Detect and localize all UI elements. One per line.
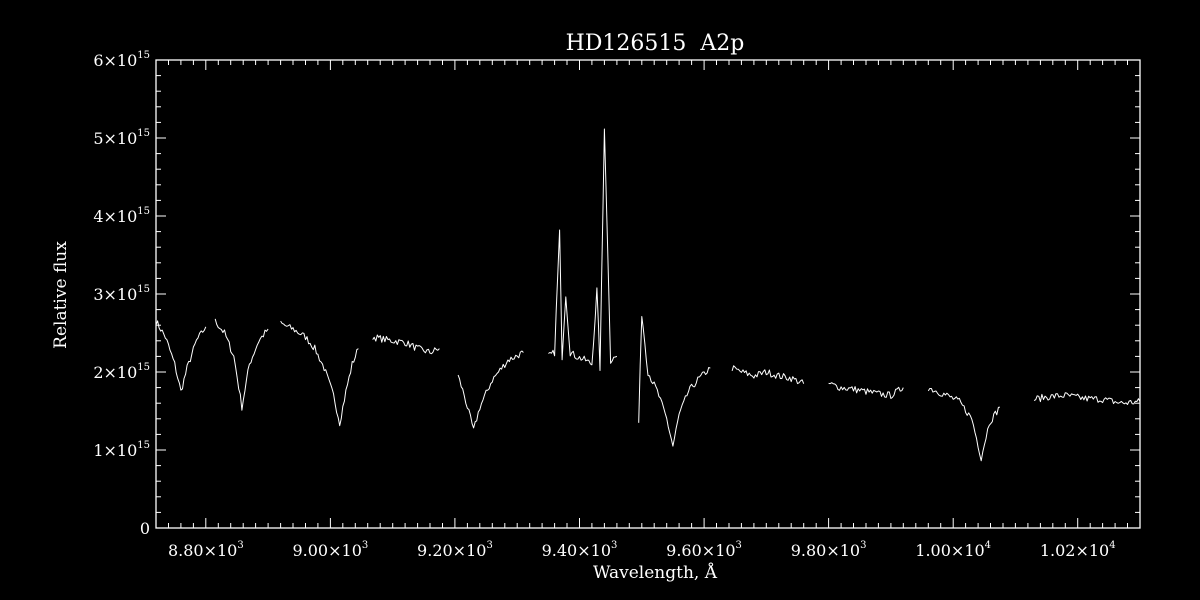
spectrum-chart: HD126515 A2p Wavelength, Å Relative flux… bbox=[0, 0, 1200, 600]
y-axis-label: Relative flux bbox=[51, 241, 71, 349]
x-tick-label: 1.02×104 bbox=[1040, 540, 1116, 560]
x-tick-label: 9.40×103 bbox=[542, 540, 618, 560]
x-tick-label: 8.80×103 bbox=[168, 540, 244, 560]
chart-title: HD126515 A2p bbox=[566, 31, 745, 56]
x-tick-label: 9.60×103 bbox=[666, 540, 742, 560]
x-tick-label: 9.80×103 bbox=[791, 540, 867, 560]
x-axis-label: Wavelength, Å bbox=[593, 562, 718, 583]
x-tick-label: 9.20×103 bbox=[417, 540, 493, 560]
x-tick-label: 1.00×104 bbox=[915, 540, 991, 560]
chart-background bbox=[0, 0, 1200, 600]
y-tick-label: 0 bbox=[140, 519, 150, 538]
x-tick-label: 9.00×103 bbox=[292, 540, 368, 560]
